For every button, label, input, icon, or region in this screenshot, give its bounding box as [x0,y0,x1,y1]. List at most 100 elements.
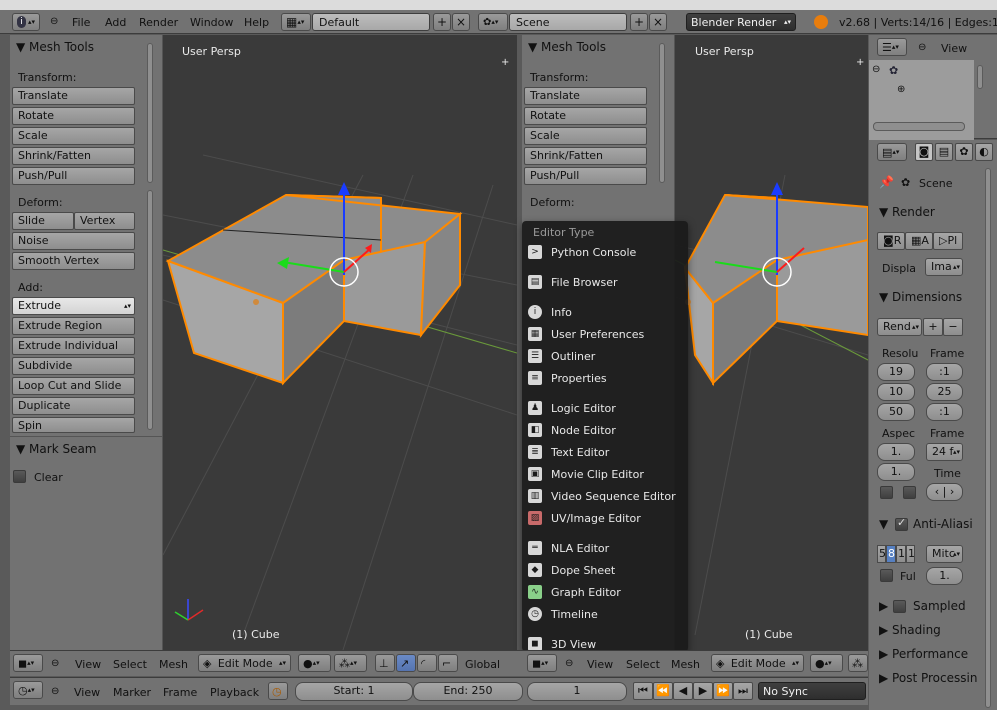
view3d-editor-type-button-right[interactable]: ◼ ▴▾ [527,654,557,672]
rotate-button[interactable]: Rotate [12,107,135,125]
subdivide-button[interactable]: Subdivide [12,357,135,375]
tool-shelf-scrollbar[interactable] [147,43,153,183]
outliner-view-menu[interactable]: View [941,42,967,55]
translate-button-right[interactable]: Translate [524,87,647,105]
add-scene-button[interactable]: + [630,13,648,31]
frame-step-field[interactable]: :1 [926,403,963,421]
translate-button[interactable]: Translate [12,87,135,105]
collapse-menu-icon[interactable]: ⊖ [918,42,926,53]
smooth-vertex-button[interactable]: Smooth Vertex [12,252,135,270]
filter-size-field[interactable]: 1. [926,567,963,585]
view3d-view-menu[interactable]: View [75,658,101,671]
rotate-manipulator-button[interactable]: ◜ [417,654,437,672]
frame-end-field[interactable]: 25 [926,383,963,401]
transform-orientation-select[interactable]: Global [465,658,500,671]
start-frame-field[interactable]: Start: 1 [295,682,413,701]
menu-item-graph-editor[interactable]: ∿ Graph Editor [526,582,684,602]
slide-vertex-button[interactable]: Vertex [74,212,135,230]
jump-end-icon[interactable]: ⏭ [733,682,753,700]
jump-start-icon[interactable]: ⏮ [633,682,653,700]
layout-name-field[interactable]: Default [312,13,430,31]
viewport-left[interactable]: User Persp (1) Cube + [163,35,517,650]
menu-item-uv-image-editor[interactable]: ▨ UV/Image Editor [526,508,684,528]
push-pull-button-right[interactable]: Push/Pull [524,167,647,185]
slide-edge-button[interactable]: Slide Edge [12,212,74,243]
aspect-y-field[interactable]: 1. [877,463,915,481]
tool-shelf-scrollbar-track[interactable] [147,190,153,430]
translate-manipulator-button[interactable]: ↗ [396,654,416,672]
jump-keyframe-back-icon[interactable]: ⏪ [653,682,673,700]
extrude-individual-button[interactable]: Extrude Individual [12,337,135,355]
sync-mode-select[interactable]: No Sync [758,682,866,700]
mode-select-right[interactable]: ◈ Edit Mode ▴▾ [711,654,804,672]
menu-item-properties[interactable]: ≡ Properties [526,368,684,388]
render-engine-select[interactable]: Blender Render ▴▾ [686,13,796,31]
menu-item-info[interactable]: i Info [526,302,684,322]
remove-preset-button[interactable]: − [943,318,963,336]
render-image-button[interactable]: ◙R [877,232,905,250]
fps-select[interactable]: 24 f ▴▾ [926,443,963,461]
collapse-menu-icon[interactable]: ⊖ [51,686,59,697]
aa-filter-select[interactable]: Mitc ▴▾ [926,545,963,563]
time-remap-field[interactable]: ‹ | › [926,483,963,501]
scale-manipulator-button[interactable]: ⌐ [438,654,458,672]
view3d-mesh-menu[interactable]: Mesh [159,658,188,671]
mesh-tools-title[interactable]: ▼ Mesh Tools [16,40,94,54]
sampled-panel-title[interactable]: ▶ [879,599,888,613]
extrude-button[interactable]: Extrude ▴▾ [12,297,135,315]
properties-editor-type-button[interactable]: ▤ ▴▾ [877,143,907,161]
dimensions-panel-title[interactable]: ▼ Dimensions [879,290,962,304]
aa-samples-8[interactable]: 8 [886,545,896,563]
view3d-view-menu-right[interactable]: View [587,658,613,671]
world-tab-icon[interactable]: ◐ [975,143,993,161]
duplicate-button[interactable]: Duplicate [12,397,135,415]
menu-item-movie-clip-editor[interactable]: ▣ Movie Clip Editor [526,464,684,484]
shading-panel-title[interactable]: ▶ Shading [879,623,941,637]
performance-panel-title[interactable]: ▶ Performance [879,647,968,661]
layout-selector-button[interactable]: ▦ ▴▾ [281,13,311,31]
collapse-menu-icon[interactable]: ⊖ [565,658,573,669]
menu-item-file-browser[interactable]: ▤ File Browser [526,272,684,292]
shrink-fatten-button-right[interactable]: Shrink/Fatten [524,147,647,165]
resolution-y-field[interactable]: 10 [877,383,915,401]
post-processing-panel-title[interactable]: ▶ Post Processin [879,671,977,685]
viewport-right[interactable]: User Persp (1) Cube + [675,35,868,650]
render-layers-tab-icon[interactable]: ▤ [935,143,953,161]
timeline-playback-menu[interactable]: Playback [210,686,259,699]
menu-item-timeline[interactable]: ◷ Timeline [526,604,684,624]
view3d-mesh-menu-right[interactable]: Mesh [671,658,700,671]
expand-icon[interactable]: ⊖ [872,64,880,75]
delete-layout-button[interactable]: × [452,13,470,31]
clear-checkbox[interactable] [13,470,26,483]
scene-selector-button[interactable]: ✿ ▴▾ [478,13,508,31]
render-preset-select[interactable]: Rend ▴▾ [877,318,922,336]
menu-item-user-preferences[interactable]: ▦ User Preferences [526,324,684,344]
frame-start-field[interactable]: :1 [926,363,963,381]
properties-scrollbar[interactable] [985,168,991,708]
extrude-region-button[interactable]: Extrude Region [12,317,135,335]
spin-button[interactable]: Spin [12,417,135,433]
pin-icon[interactable]: 📌 [879,175,894,189]
add-region-icon-right[interactable]: + [856,57,864,68]
timeline-marker-menu[interactable]: Marker [113,686,151,699]
aa-samples-16[interactable]: 1 [906,545,915,563]
collapse-menu-icon[interactable]: ⊖ [51,658,59,669]
viewport-shading-select-right[interactable]: ● ▴▾ [810,654,843,672]
expand-icon[interactable]: ⊕ [897,84,905,95]
outliner-hscrollbar[interactable] [873,122,965,131]
tool-shelf-scrollbar-right[interactable] [659,43,665,183]
display-select[interactable]: Ima ▴▾ [925,258,963,276]
end-frame-field[interactable]: End: 250 [413,682,523,701]
menu-item-outliner[interactable]: ☰ Outliner [526,346,684,366]
collapse-menu-icon[interactable]: ⊖ [50,16,58,27]
current-frame-field[interactable]: 1 [527,682,627,701]
anti-aliasing-panel-title[interactable]: ▼ [879,517,888,531]
crop-checkbox[interactable] [903,486,916,499]
editor-type-button[interactable]: i ▴▾ [12,13,40,31]
anti-aliasing-checkbox[interactable]: ✓ [895,516,908,531]
menu-window[interactable]: Window [190,16,233,29]
mesh-tools-title-right[interactable]: ▼ Mesh Tools [528,40,606,54]
menu-item-video-sequence-editor[interactable]: ▥ Video Sequence Editor [526,486,684,506]
menu-add[interactable]: Add [105,16,126,29]
rotate-button-right[interactable]: Rotate [524,107,647,125]
